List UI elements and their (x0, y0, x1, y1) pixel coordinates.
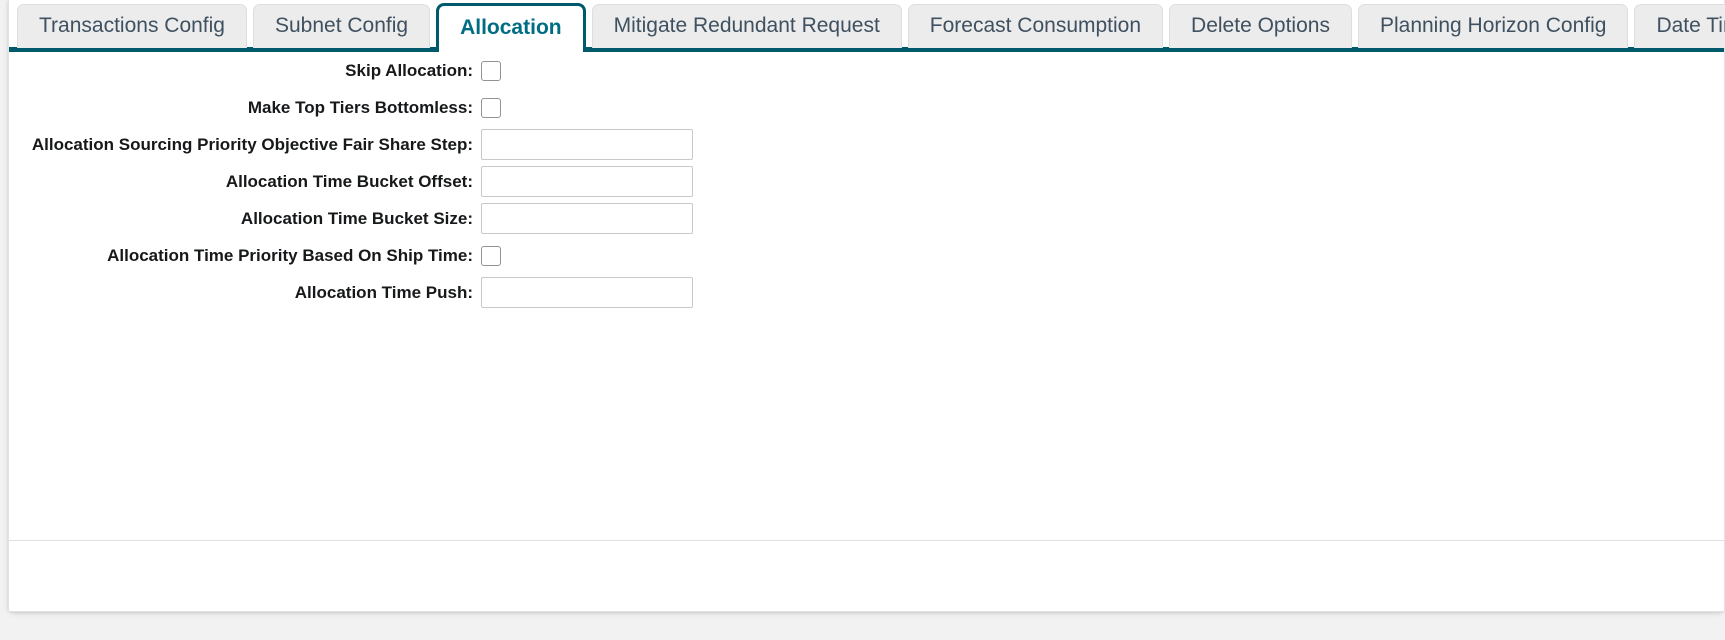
input-allocation-time-bucket-offset[interactable] (481, 166, 693, 197)
form-row-allocation-time-priority-based-on-ship-time: Allocation Time Priority Based On Ship T… (9, 237, 1724, 274)
tab-transactions-config[interactable]: Transactions Config (17, 4, 247, 48)
tab-label: Date Time Config (1656, 14, 1725, 37)
tab-delete-options[interactable]: Delete Options (1169, 4, 1352, 48)
form-row-allocation-time-push: Allocation Time Push: (9, 274, 1724, 311)
form-row-make-top-tiers-bottomless: Make Top Tiers Bottomless: (9, 89, 1724, 126)
control-allocation-time-push (481, 277, 693, 308)
app-screen: Transactions Config Subnet Config Allocati… (0, 0, 1725, 640)
input-allocation-time-push[interactable] (481, 277, 693, 308)
tab-allocation[interactable]: Allocation (436, 3, 586, 52)
checkbox-make-top-tiers-bottomless[interactable] (481, 97, 501, 118)
panel-footer (9, 541, 1724, 611)
tab-date-time-config[interactable]: Date Time Config (1634, 4, 1725, 48)
tab-label: Delete Options (1191, 14, 1330, 37)
tab-subnet-config[interactable]: Subnet Config (252, 4, 431, 48)
label-allocation-time-bucket-size: Allocation Time Bucket Size: (240, 208, 473, 228)
tab-label: Forecast Consumption (929, 14, 1142, 37)
input-allocation-sourcing-priority-objective-fair-share-step[interactable] (481, 129, 693, 160)
control-allocation-time-bucket-size (481, 203, 693, 234)
checkbox-allocation-time-priority-based-on-ship-time[interactable] (481, 245, 501, 266)
label-allocation-sourcing-priority-objective-fair-share-step: Allocation Sourcing Priority Objective F… (31, 134, 473, 154)
tab-mitigate-redundant-request[interactable]: Mitigate Redundant Request (591, 4, 902, 48)
tab-label: Allocation (460, 16, 562, 39)
label-skip-allocation: Skip Allocation: (345, 60, 473, 80)
tab-forecast-consumption[interactable]: Forecast Consumption (907, 4, 1164, 48)
tab-label: Mitigate Redundant Request (613, 14, 880, 37)
tab-planning-horizon-config[interactable]: Planning Horizon Config (1357, 4, 1629, 48)
tab-label: Planning Horizon Config (1379, 14, 1607, 37)
form-row-allocation-time-bucket-offset: Allocation Time Bucket Offset: (9, 163, 1724, 200)
checkbox-skip-allocation[interactable] (481, 60, 501, 81)
control-skip-allocation (481, 60, 501, 81)
input-allocation-time-bucket-size[interactable] (481, 203, 693, 234)
label-allocation-time-bucket-offset: Allocation Time Bucket Offset: (225, 171, 473, 191)
form-row-allocation-sourcing-priority-objective-fair-share-step: Allocation Sourcing Priority Objective F… (9, 126, 1724, 163)
tab-label: Transactions Config (39, 14, 225, 37)
control-allocation-sourcing-priority-objective-fair-share-step (481, 129, 693, 160)
allocation-settings-form: Skip Allocation: Make Top Tiers Bottomles… (9, 52, 1724, 311)
label-make-top-tiers-bottomless: Make Top Tiers Bottomless: (247, 97, 473, 117)
label-allocation-time-push: Allocation Time Push: (294, 282, 473, 302)
label-allocation-time-priority-based-on-ship-time: Allocation Time Priority Based On Ship T… (107, 245, 473, 265)
control-allocation-time-priority-based-on-ship-time (481, 245, 501, 266)
control-allocation-time-bucket-offset (481, 166, 693, 197)
tab-label: Subnet Config (274, 14, 409, 37)
config-tab-bar: Transactions Config Subnet Config Allocati… (9, 0, 1725, 52)
form-row-allocation-time-bucket-size: Allocation Time Bucket Size: (9, 200, 1724, 237)
form-row-skip-allocation: Skip Allocation: (9, 52, 1724, 89)
control-make-top-tiers-bottomless (481, 97, 501, 118)
config-panel-card: Transactions Config Subnet Config Allocati… (8, 0, 1725, 612)
